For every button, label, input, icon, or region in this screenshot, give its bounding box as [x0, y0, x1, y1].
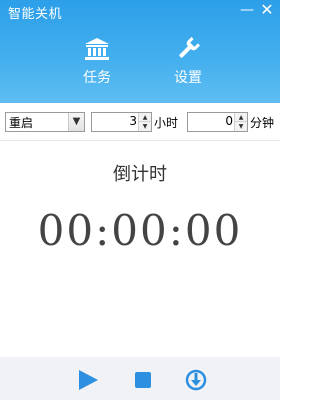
hours-unit-label: 小时	[154, 116, 179, 130]
minutes-value[interactable]: 0	[225, 114, 233, 128]
hours-up-icon[interactable]: ▲	[139, 113, 151, 122]
chevron-down-icon[interactable]: ▼	[68, 113, 84, 131]
nav-tasks[interactable]: 任务	[67, 37, 127, 89]
minutes-up-icon[interactable]: ▲	[235, 113, 247, 122]
minutes-down-icon[interactable]: ▼	[235, 122, 247, 131]
bank-icon	[85, 38, 109, 60]
bottom-bar	[0, 357, 280, 400]
minutes-unit-label: 分钟	[250, 116, 275, 130]
minimize-button[interactable]: —	[239, 2, 255, 18]
nav-settings[interactable]: 设置	[158, 37, 218, 89]
action-select[interactable]: 重启 ▼	[5, 112, 85, 132]
nav-settings-label: 设置	[174, 70, 202, 86]
app-window: 智能关机 — ✕ 任务 设置 重启 ▼ 3 ▲ ▼ 小时 0 ▲ ▼ 分钟 倒计…	[0, 0, 280, 400]
stop-icon[interactable]	[133, 369, 155, 391]
hours-value[interactable]: 3	[129, 114, 137, 128]
minutes-stepper[interactable]: 0 ▲ ▼	[187, 112, 248, 132]
nav-tasks-label: 任务	[83, 70, 111, 86]
hours-spin-arrows: ▲ ▼	[138, 113, 151, 131]
download-icon[interactable]	[185, 369, 207, 391]
wrench-icon	[179, 37, 201, 58]
minutes-spin-arrows: ▲ ▼	[234, 113, 247, 131]
hours-down-icon[interactable]: ▼	[139, 122, 151, 131]
play-icon[interactable]	[77, 369, 99, 391]
countdown-label: 倒计时	[113, 164, 167, 185]
countdown-time: 00:00:00	[37, 206, 243, 255]
close-button[interactable]: ✕	[259, 2, 275, 18]
hours-stepper[interactable]: 3 ▲ ▼	[91, 112, 152, 132]
window-title: 智能关机	[8, 7, 63, 22]
header: 智能关机 — ✕ 任务 设置	[0, 0, 280, 103]
action-select-value: 重启	[9, 116, 34, 130]
controls-row: 重启 ▼ 3 ▲ ▼ 小时 0 ▲ ▼ 分钟	[0, 103, 280, 141]
